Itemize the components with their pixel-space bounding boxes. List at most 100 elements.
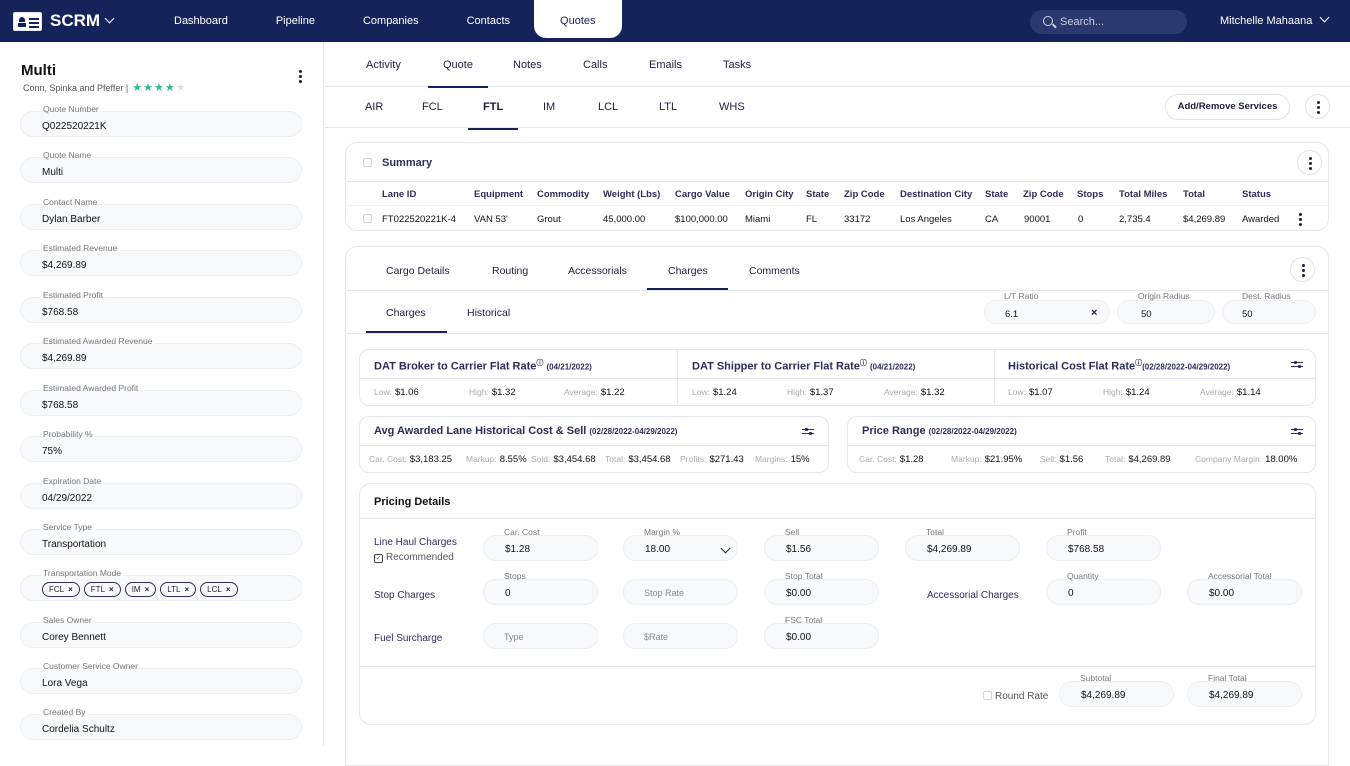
column-header[interactable]: State	[985, 189, 1008, 200]
tab-cargo-details[interactable]: Cargo Details	[386, 265, 450, 277]
info-icon[interactable]: ⓘ	[536, 360, 543, 367]
nav-quotes[interactable]: Quotes	[534, 0, 621, 38]
tab-comments[interactable]: Comments	[749, 265, 800, 277]
app-logo[interactable]: SCRM	[13, 11, 113, 31]
tab-tasks[interactable]: Tasks	[723, 59, 751, 71]
nav-companies[interactable]: Companies	[339, 0, 443, 42]
nav-contacts[interactable]: Contacts	[443, 0, 534, 42]
service-options-button[interactable]	[1305, 94, 1330, 119]
tab-im[interactable]: IM	[543, 101, 555, 113]
tab-notes[interactable]: Notes	[513, 59, 542, 71]
tab-quote[interactable]: Quote	[443, 59, 473, 71]
probability-field[interactable]: Probability %75%	[20, 436, 302, 462]
recommended-checkbox[interactable]: ✓Recommended	[374, 552, 454, 563]
tab-fcl[interactable]: FCL	[422, 101, 443, 113]
dest-radius-field[interactable]: Dest. Radius 50	[1222, 300, 1316, 324]
mode-chip[interactable]: IM×	[125, 582, 157, 597]
sales-owner-field[interactable]: Sales OwnerCorey Bennett	[20, 622, 302, 648]
add-remove-services-button[interactable]: Add/Remove Services	[1165, 94, 1290, 120]
column-header[interactable]: Origin City	[745, 189, 794, 200]
more-options-icon[interactable]	[299, 70, 302, 83]
margin-select[interactable]: Margin %18.00	[623, 535, 738, 561]
fuel-rate-field[interactable]: $Rate	[623, 623, 738, 649]
column-header[interactable]: Lane ID	[382, 189, 416, 200]
contact-name-field[interactable]: Contact NameDylan Barber	[20, 204, 302, 230]
transportation-mode-field[interactable]: Transportation Mode FCL× FTL× IM× LTL× L…	[20, 575, 302, 601]
tab-charges[interactable]: Charges	[668, 265, 708, 277]
created-by-field[interactable]: Created ByCordelia Schultz	[20, 714, 302, 740]
estimated-awarded-profit-field[interactable]: Estimated Awarded Profit$768.58	[20, 390, 302, 416]
quote-number-field[interactable]: Quote NumberQ022520221K	[20, 111, 302, 137]
tab-air[interactable]: AIR	[365, 101, 383, 113]
remove-icon[interactable]: ×	[184, 585, 189, 594]
remove-icon[interactable]: ×	[226, 585, 231, 594]
column-header[interactable]: Cargo Value	[675, 189, 730, 200]
row-checkbox[interactable]	[363, 214, 372, 223]
column-header[interactable]: Zip Code	[844, 189, 885, 200]
column-header[interactable]: Weight (Lbs)	[603, 189, 660, 200]
clear-icon[interactable]: ×	[1091, 307, 1097, 319]
nav-pipeline[interactable]: Pipeline	[252, 0, 339, 42]
column-header[interactable]: Status	[1242, 189, 1271, 200]
detail-options-button[interactable]	[1290, 257, 1315, 282]
tab-accessorials[interactable]: Accessorials	[568, 265, 627, 277]
service-type-field[interactable]: Service TypeTransportation	[20, 529, 302, 555]
select-all-checkbox[interactable]	[363, 158, 372, 167]
mode-chip[interactable]: LCL×	[200, 582, 237, 597]
tab-emails[interactable]: Emails	[649, 59, 682, 71]
mode-chip[interactable]: LTL×	[160, 582, 196, 597]
star-empty-icon[interactable]: ★	[176, 81, 186, 94]
total-field[interactable]: Total$4,269.89	[905, 535, 1020, 561]
mode-chip[interactable]: FTL×	[84, 582, 121, 597]
row-options-icon[interactable]	[1299, 213, 1302, 226]
tab-historical[interactable]: Historical	[467, 307, 510, 319]
lt-ratio-field[interactable]: L/T Ratio 6.1 ×	[984, 300, 1110, 324]
tab-lcl[interactable]: LCL	[598, 101, 618, 113]
tab-ftl[interactable]: FTL	[483, 101, 503, 113]
search-input[interactable]: Search...	[1030, 10, 1187, 34]
star-icon[interactable]: ★	[165, 81, 175, 94]
fuel-type-field[interactable]: Type	[483, 623, 598, 649]
tab-activity[interactable]: Activity	[366, 59, 401, 71]
fsc-total-field[interactable]: FSC Total$0.00	[764, 623, 879, 649]
mode-chip[interactable]: FCL×	[42, 582, 80, 597]
user-menu[interactable]: Mitchelle Mahaana	[1220, 15, 1328, 27]
stops-field[interactable]: Stops0	[483, 579, 598, 605]
star-icon[interactable]: ★	[154, 81, 164, 94]
column-header[interactable]: Zip Code	[1023, 189, 1064, 200]
column-header[interactable]: Commodity	[537, 189, 589, 200]
remove-icon[interactable]: ×	[68, 585, 73, 594]
stop-total-field[interactable]: Stop Total$0.00	[764, 579, 879, 605]
tab-charges-sub[interactable]: Charges	[386, 307, 426, 319]
stop-rate-field[interactable]: Stop Rate	[623, 579, 738, 605]
final-total-field[interactable]: Final Total$4,269.89	[1187, 681, 1302, 707]
round-rate-checkbox[interactable]: Round Rate	[983, 690, 1048, 702]
subtotal-field[interactable]: Subtotal$4,269.89	[1059, 681, 1174, 707]
star-icon[interactable]: ★	[143, 81, 153, 94]
tab-calls[interactable]: Calls	[583, 59, 607, 71]
nav-dashboard[interactable]: Dashboard	[150, 0, 252, 42]
summary-options-button[interactable]	[1297, 150, 1322, 175]
star-icon[interactable]: ★	[132, 81, 142, 94]
sell-field[interactable]: Sell$1.56	[764, 535, 879, 561]
filter-sliders-icon[interactable]	[1291, 427, 1303, 436]
column-header[interactable]: State	[806, 189, 829, 200]
filter-sliders-icon[interactable]	[802, 427, 814, 436]
remove-icon[interactable]: ×	[145, 585, 150, 594]
expiration-date-field[interactable]: Expiration Date04/29/2022	[20, 483, 302, 509]
accessorial-total-field[interactable]: Accessorial Total$0.00	[1187, 579, 1302, 605]
column-header[interactable]: Total	[1183, 189, 1205, 200]
estimated-awarded-revenue-field[interactable]: Estimated Awarded Revenue$4,269.89	[20, 343, 302, 369]
tab-routing[interactable]: Routing	[492, 265, 528, 277]
remove-icon[interactable]: ×	[109, 585, 114, 594]
customer-service-owner-field[interactable]: Customer Service OwnerLora Vega	[20, 668, 302, 694]
estimated-revenue-field[interactable]: Estimated Revenue$4,269.89	[20, 250, 302, 276]
profit-field[interactable]: Profit$768.58	[1046, 535, 1161, 561]
tab-ltl[interactable]: LTL	[659, 101, 677, 113]
quote-name-field[interactable]: Quote NameMulti	[20, 157, 302, 183]
car-cost-field[interactable]: Car. Cost$1.28	[483, 535, 598, 561]
column-header[interactable]: Total Miles	[1119, 189, 1167, 200]
origin-radius-field[interactable]: Origin Radius 50	[1117, 300, 1215, 324]
filter-sliders-icon[interactable]	[1291, 360, 1303, 369]
column-header[interactable]: Destination City	[900, 189, 972, 200]
